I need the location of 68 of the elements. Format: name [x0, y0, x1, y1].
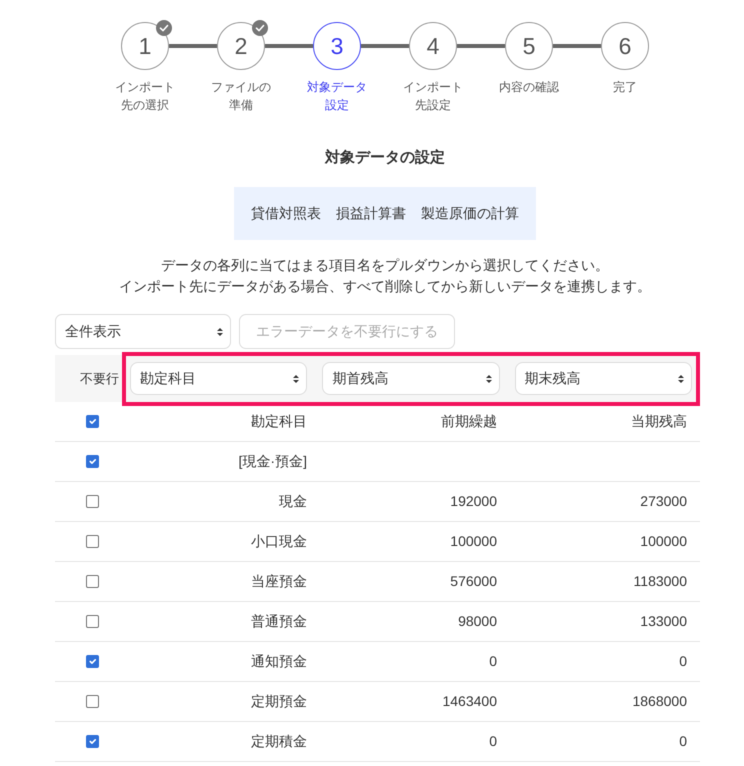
column-select[interactable]: 期末残高	[514, 362, 692, 395]
table-cell: 勘定科目	[251, 413, 307, 429]
select-arrows-icon	[678, 374, 684, 382]
section-title: 対象データの設定	[325, 148, 445, 168]
select-arrows-icon	[486, 374, 492, 382]
check-icon	[156, 20, 172, 36]
column-select[interactable]: 勘定科目	[130, 362, 308, 395]
table-cell: 1868000	[632, 693, 687, 709]
table-cell: [現金·預金]	[238, 453, 307, 469]
step-connector	[265, 44, 313, 48]
table-cell: 192000	[450, 493, 497, 509]
table-cell: 普通預金	[251, 613, 307, 629]
row-checkbox[interactable]	[86, 495, 99, 508]
step-connector	[169, 44, 217, 48]
instruction-text: インポート先にデータがある場合、すべて削除してから新しいデータを連携します。	[119, 277, 651, 296]
step-label: 内容の確認	[499, 79, 559, 96]
table-cell: 100000	[450, 533, 497, 549]
step-connector	[457, 44, 505, 48]
step-label: インポート先の選択	[114, 79, 176, 114]
sheet-name: 製造原価の計算	[421, 204, 519, 223]
step-label: 完了	[613, 79, 637, 96]
row-checkbox[interactable]	[86, 535, 99, 548]
table-cell: 現金	[279, 493, 307, 509]
table-cell: 0	[489, 733, 497, 749]
table-cell: 273000	[640, 493, 687, 509]
table-cell: 0	[679, 653, 687, 669]
table-cell: 当期残高	[631, 413, 687, 429]
table-cell: 定期積金	[251, 733, 307, 749]
step-label: インポート先設定	[402, 79, 464, 114]
select-arrows-icon	[293, 374, 300, 382]
row-checkbox[interactable]	[86, 455, 99, 468]
row-checkbox[interactable]	[86, 415, 99, 428]
table-cell: 0	[489, 653, 497, 669]
table-cell: 98000	[458, 613, 497, 629]
table-cell: 133000	[640, 613, 687, 629]
step-circle: 5	[505, 22, 553, 70]
step-circle: 1	[121, 22, 169, 70]
table-cell: 0	[679, 733, 687, 749]
step-connector	[553, 44, 601, 48]
row-checkbox[interactable]	[86, 695, 99, 708]
table-cell: 576000	[450, 573, 497, 589]
table-cell: 1183000	[634, 573, 687, 589]
table-cell: 前期繰越	[441, 413, 497, 429]
step-label: 対象データ設定	[306, 79, 368, 114]
select-arrows-icon	[217, 328, 223, 336]
step-circle: 4	[409, 22, 457, 70]
filter-select[interactable]: 全件表示	[55, 314, 231, 349]
sheet-name: 貸借対照表	[251, 204, 321, 223]
row-checkbox[interactable]	[86, 615, 99, 628]
table-cell: 通知預金	[251, 653, 307, 669]
table-cell: 定期預金	[251, 693, 307, 709]
step-label: ファイルの準備	[210, 79, 272, 114]
table-cell: 当座預金	[251, 573, 307, 589]
sheet-name: 損益計算書	[336, 204, 406, 223]
table-cell: 1463400	[442, 693, 497, 709]
instruction-text: データの各列に当てはまる項目名をプルダウンから選択してください。	[161, 256, 609, 275]
check-icon	[252, 20, 268, 36]
table-cell: 100000	[640, 533, 687, 549]
column-select[interactable]: 期首残高	[322, 362, 500, 395]
step-circle: 2	[217, 22, 265, 70]
row-checkbox[interactable]	[86, 655, 99, 668]
step-circle: 3	[313, 22, 361, 70]
row-checkbox[interactable]	[86, 735, 99, 748]
step-connector	[361, 44, 409, 48]
column-header: 不要行	[80, 371, 119, 386]
step-circle: 6	[601, 22, 649, 70]
table-cell: 小口現金	[251, 533, 307, 549]
row-checkbox[interactable]	[86, 575, 99, 588]
